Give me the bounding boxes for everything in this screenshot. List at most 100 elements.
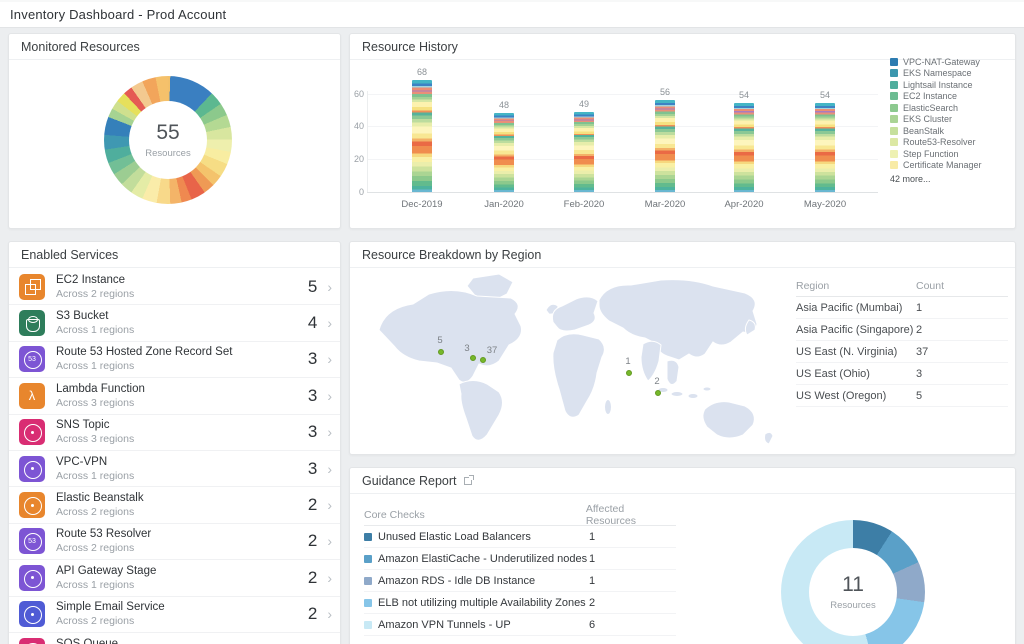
legend-swatch bbox=[890, 161, 898, 170]
history-bar[interactable] bbox=[655, 100, 675, 192]
donut-center: 55 Resources bbox=[129, 101, 207, 179]
panel-title: Monitored Resources bbox=[21, 39, 140, 54]
check-color-swatch bbox=[364, 598, 372, 607]
inventory-dashboard: Inventory Dashboard - Prod Account Monit… bbox=[0, 0, 1024, 644]
region-name-cell: Asia Pacific (Mumbai) bbox=[796, 301, 903, 314]
table-row: Asia Pacific (Singapore) 2 bbox=[796, 319, 1008, 341]
service-name: Elastic Beanstalk bbox=[56, 492, 144, 505]
chevron-right-icon: › bbox=[327, 497, 332, 514]
service-row[interactable]: Elastic Beanstalk Across 2 regions 2 › bbox=[9, 487, 340, 524]
column-header-region: Region bbox=[796, 280, 830, 292]
legend-item[interactable]: Step Function bbox=[890, 148, 1015, 160]
service-row[interactable]: λ Lambda Function Across 3 regions 3 › bbox=[9, 378, 340, 415]
legend-item[interactable]: EKS Cluster bbox=[890, 114, 1015, 126]
map-region-marker[interactable] bbox=[480, 357, 486, 363]
legend-swatch bbox=[890, 57, 898, 66]
service-name: Route 53 Hosted Zone Record Set bbox=[56, 346, 233, 359]
monitored-resources-donut-chart[interactable]: 55 Resources bbox=[104, 76, 232, 204]
service-subtitle: Across 2 regions bbox=[56, 615, 135, 628]
panel-header: Resource Breakdown by Region bbox=[350, 242, 1015, 268]
legend-item[interactable]: Lightsail Instance bbox=[890, 79, 1015, 91]
external-link-icon[interactable] bbox=[463, 474, 474, 485]
legend-item[interactable]: ElasticSearch bbox=[890, 102, 1015, 114]
service-row[interactable]: S3 Bucket Across 1 regions 4 › bbox=[9, 305, 340, 342]
map-marker-count: 2 bbox=[654, 376, 660, 387]
region-name-cell: US East (N. Virginia) bbox=[796, 345, 898, 358]
service-subtitle: Across 2 regions bbox=[56, 542, 135, 555]
history-bar[interactable] bbox=[734, 103, 754, 192]
continent-shape bbox=[552, 333, 605, 418]
service-row[interactable]: API Gateway Stage Across 1 regions 2 › bbox=[9, 560, 340, 597]
gridline bbox=[367, 126, 878, 128]
map-region-marker[interactable] bbox=[655, 390, 661, 396]
check-color-swatch bbox=[364, 576, 372, 585]
chart-legend: VPC-NAT-Gateway EKS Namespace Lightsail In… bbox=[890, 56, 1015, 184]
service-subtitle: Across 2 regions bbox=[56, 287, 135, 300]
service-row[interactable]: SQS QueueAcross 1 regions2› bbox=[9, 632, 340, 644]
continent-shape bbox=[378, 290, 522, 383]
service-icon bbox=[19, 273, 45, 300]
service-row[interactable]: SNS Topic Across 3 regions 3 › bbox=[9, 414, 340, 451]
service-name: S3 Bucket bbox=[56, 310, 109, 323]
service-count: 5 bbox=[307, 276, 318, 296]
legend-item[interactable]: Certificate Manager bbox=[890, 160, 1015, 172]
service-row[interactable]: Simple Email Service Across 2 regions 2 › bbox=[9, 596, 340, 633]
affected-total-label: Resources bbox=[830, 600, 876, 611]
legend-item[interactable]: EC2 Instance bbox=[890, 91, 1015, 103]
history-bar[interactable] bbox=[494, 113, 514, 192]
service-row[interactable]: VPC-VPN Across 1 regions 3 › bbox=[9, 450, 340, 488]
legend-label: EKS Namespace bbox=[903, 68, 972, 79]
legend-item[interactable]: BeanStalk bbox=[890, 125, 1015, 137]
continent-shape bbox=[458, 380, 503, 441]
legend-swatch bbox=[890, 126, 898, 135]
service-text: Route 53 Resolver Across 2 regions bbox=[56, 528, 308, 554]
map-region-marker[interactable] bbox=[626, 370, 632, 376]
service-count: 2 bbox=[307, 604, 318, 624]
continent-shape bbox=[551, 296, 599, 332]
guidance-donut-chart[interactable]: 11 Resources bbox=[781, 520, 925, 644]
continent-shape bbox=[598, 279, 758, 361]
y-axis-tick: 40 bbox=[353, 121, 364, 132]
service-row[interactable]: 53 Route 53 Hosted Zone Record Set Across … bbox=[9, 341, 340, 379]
service-text: Lambda Function Across 3 regions bbox=[56, 383, 308, 409]
panel-header: Enabled Services bbox=[9, 242, 340, 268]
table-row: Asia Pacific (Mumbai) 1 bbox=[796, 297, 1008, 319]
resource-total-label: Resources bbox=[145, 148, 191, 159]
service-name: SNS Topic bbox=[56, 419, 110, 432]
x-axis-label: May-2020 bbox=[803, 199, 847, 210]
panel-header: Guidance Report bbox=[350, 468, 1015, 494]
affected-count-cell: 1 bbox=[589, 552, 596, 565]
service-name: Simple Email Service bbox=[56, 601, 165, 614]
check-cell: Unused Elastic Load Balancers bbox=[364, 531, 589, 543]
service-text: Route 53 Hosted Zone Record Set Across 1 … bbox=[56, 346, 308, 372]
service-text: SNS Topic Across 3 regions bbox=[56, 419, 308, 445]
service-count: 2 bbox=[307, 567, 318, 587]
legend-swatch bbox=[890, 103, 898, 112]
column-header-count: Count bbox=[916, 280, 945, 292]
service-row[interactable]: 53 Route 53 Resolver Across 2 regions 2 › bbox=[9, 523, 340, 561]
bar-total-label: 49 bbox=[578, 98, 589, 109]
history-bar[interactable] bbox=[574, 111, 594, 192]
legend-item[interactable]: Route53-Resolver bbox=[890, 137, 1015, 149]
service-name: Route 53 Resolver bbox=[56, 528, 152, 541]
check-color-swatch bbox=[364, 554, 372, 563]
history-bar[interactable] bbox=[412, 80, 432, 192]
legend-label: BeanStalk bbox=[903, 125, 945, 136]
service-row[interactable]: EC2 Instance Across 2 regions 5 › bbox=[9, 269, 340, 306]
legend-more-link[interactable]: 42 more... bbox=[890, 174, 1015, 184]
map-region-marker[interactable] bbox=[438, 349, 444, 355]
map-region-marker[interactable] bbox=[470, 355, 476, 361]
core-check-row: Unused Elastic Load Balancers 1 bbox=[364, 526, 676, 548]
service-subtitle: Across 1 regions bbox=[56, 469, 135, 482]
service-subtitle: Across 2 regions bbox=[56, 506, 135, 519]
legend-item[interactable]: VPC-NAT-Gateway bbox=[890, 56, 1015, 68]
service-icon: 53 bbox=[19, 346, 45, 373]
table-row: US East (N. Virginia) 37 bbox=[796, 341, 1008, 363]
legend-item[interactable]: EKS Namespace bbox=[890, 68, 1015, 80]
affected-count-cell: 2 bbox=[589, 596, 596, 609]
history-bar[interactable] bbox=[815, 103, 835, 192]
legend-label: Certificate Manager bbox=[903, 160, 982, 171]
bar-total-label: 68 bbox=[416, 67, 427, 78]
gridline bbox=[367, 93, 878, 95]
core-check-row: ELB not utilizing multiple Availability … bbox=[364, 592, 676, 614]
